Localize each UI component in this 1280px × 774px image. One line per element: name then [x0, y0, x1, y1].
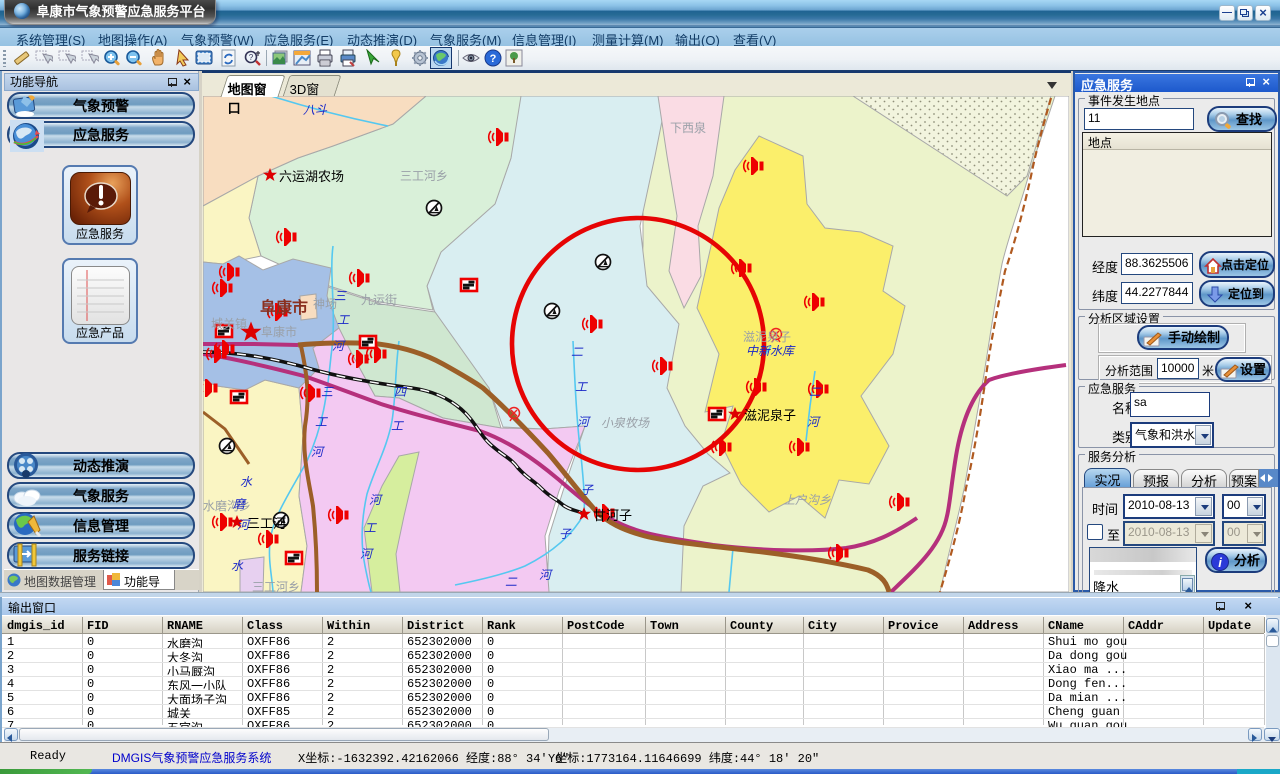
svg-text:?: ? [490, 53, 497, 65]
svg-text:二: 二 [571, 345, 584, 359]
svg-text:城关镇: 城关镇 [211, 317, 247, 331]
svg-text:中新水库: 中新水库 [746, 344, 796, 358]
svg-text:工: 工 [315, 415, 328, 429]
svg-text:河: 河 [237, 518, 251, 532]
svg-text:甘河子: 甘河子 [593, 508, 632, 523]
svg-text:子: 子 [581, 483, 594, 497]
svg-text:?: ? [249, 53, 254, 62]
svg-text:三工河: 三工河 [247, 516, 286, 531]
svg-text:三: 三 [334, 289, 347, 303]
svg-text:磨: 磨 [233, 497, 247, 511]
svg-text:水: 水 [240, 475, 253, 489]
svg-text:阜康市: 阜康市 [261, 324, 297, 339]
svg-text:工: 工 [391, 419, 404, 433]
svg-text:河: 河 [807, 415, 821, 429]
svg-text:滋泥泉子: 滋泥泉子 [744, 408, 796, 423]
svg-text:滋泥泉子: 滋泥泉子 [743, 330, 791, 344]
svg-text:工: 工 [364, 521, 377, 535]
svg-text:工: 工 [337, 313, 350, 327]
svg-text:河: 河 [577, 415, 591, 429]
svg-text:小泉牧场: 小泉牧场 [601, 416, 650, 430]
svg-text:九运街: 九运街 [361, 293, 397, 307]
svg-text:河: 河 [311, 445, 325, 459]
svg-text:八斗: 八斗 [303, 103, 328, 117]
svg-text:河: 河 [332, 339, 346, 353]
svg-text:河: 河 [360, 547, 374, 561]
svg-text:六运湖农场: 六运湖农场 [279, 169, 344, 184]
svg-text:三工河乡: 三工河乡 [400, 169, 448, 183]
svg-text:三工河乡: 三工河乡 [252, 580, 300, 592]
svg-text:二: 二 [809, 385, 822, 399]
svg-text:阜康市: 阜康市 [260, 298, 308, 317]
svg-text:i: i [1218, 555, 1222, 570]
svg-text:河: 河 [369, 493, 383, 507]
svg-text:上户沟乡: 上户沟乡 [783, 493, 831, 507]
svg-text:二: 二 [505, 575, 518, 589]
svg-text:下西泉: 下西泉 [670, 121, 706, 135]
svg-text:子: 子 [559, 527, 572, 541]
svg-text:工: 工 [575, 380, 588, 394]
svg-text:四: 四 [394, 385, 408, 399]
svg-text:水: 水 [231, 559, 244, 573]
svg-text:河: 河 [539, 568, 553, 582]
svg-text:三: 三 [321, 385, 334, 399]
